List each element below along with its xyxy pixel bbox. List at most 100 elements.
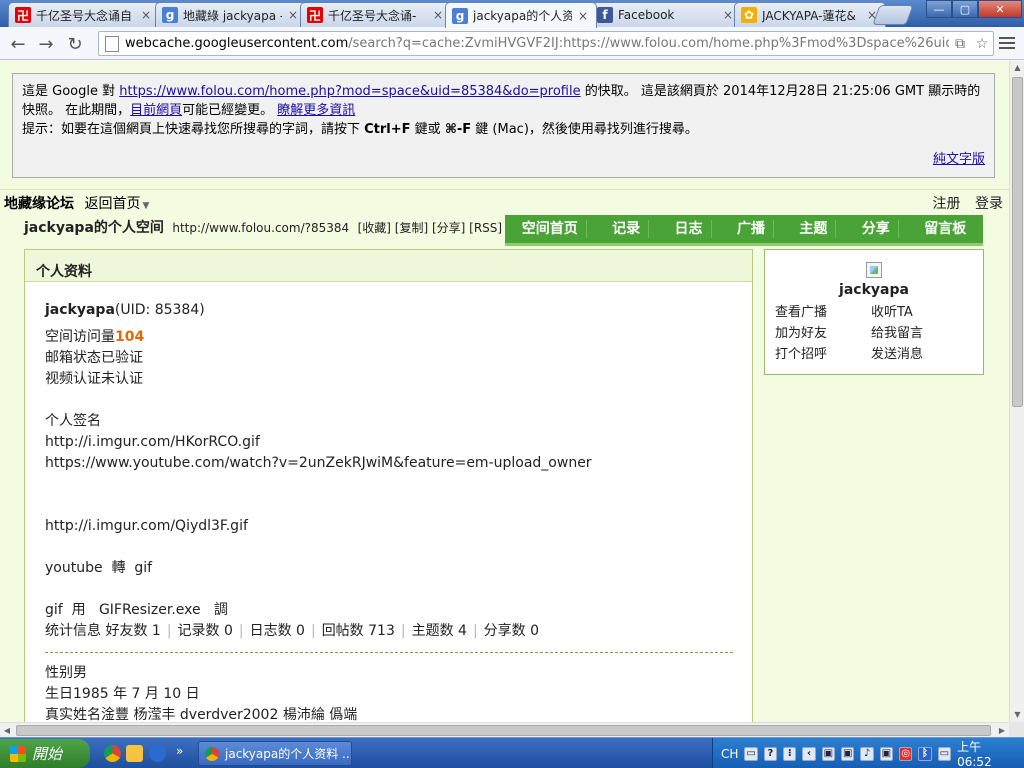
- stat-friends[interactable]: 好友数 1: [105, 623, 160, 639]
- space-url[interactable]: http://www.folou.com/?85384: [172, 221, 349, 235]
- translate-icon[interactable]: ⧉: [949, 36, 971, 52]
- current-page-link[interactable]: 目前網頁: [130, 103, 182, 118]
- scroll-right-icon[interactable]: ▶: [995, 723, 1009, 738]
- say-hello-link[interactable]: 打个招呼: [775, 346, 871, 364]
- tab-threads[interactable]: 主题: [791, 220, 837, 238]
- forward-button[interactable]: →: [34, 32, 58, 56]
- ime-icon[interactable]: ⁝: [783, 746, 797, 761]
- tab-broadcast[interactable]: 广播: [729, 220, 774, 238]
- media-player-icon[interactable]: [149, 745, 166, 762]
- maximize-button[interactable]: ▢: [952, 0, 978, 18]
- scroll-left-icon[interactable]: ◀: [0, 723, 14, 738]
- scroll-up-icon[interactable]: ▲: [1010, 61, 1024, 75]
- view-broadcast-link[interactable]: 查看广播: [775, 304, 871, 322]
- follow-link[interactable]: 收听TA: [871, 304, 967, 322]
- keyboard-icon[interactable]: ▭: [744, 746, 758, 761]
- side-username[interactable]: jackyapa: [765, 282, 983, 298]
- quicklaunch-chevron[interactable]: »: [176, 744, 183, 758]
- stat-blogs[interactable]: 日志数 0: [250, 623, 305, 639]
- bluetooth-icon[interactable]: ᛒ: [918, 746, 932, 761]
- star-icon[interactable]: ☆: [971, 36, 993, 52]
- network-icon[interactable]: ▣: [821, 746, 836, 761]
- reload-button[interactable]: ↻: [63, 32, 87, 56]
- learn-more-link[interactable]: 瞭解更多資訊: [277, 103, 355, 118]
- monitor-icon[interactable]: ▣: [841, 746, 855, 761]
- horizontal-scrollbar[interactable]: ◀ ▶: [0, 722, 1009, 737]
- lotus-icon: ✿: [741, 7, 757, 23]
- close-icon[interactable]: ×: [576, 9, 590, 23]
- google-icon: g: [162, 7, 178, 23]
- antivirus-icon[interactable]: ◎: [899, 746, 913, 761]
- swastika-icon: 卍: [15, 7, 31, 23]
- username: jackyapa: [45, 302, 115, 318]
- close-icon[interactable]: ×: [721, 8, 735, 22]
- stat-replies[interactable]: 回帖数 713: [322, 623, 395, 639]
- stat-threads[interactable]: 主题数 4: [412, 623, 467, 639]
- close-icon[interactable]: ×: [431, 8, 445, 22]
- new-tab-button[interactable]: [872, 5, 914, 25]
- tab-title: Facebook: [618, 8, 675, 22]
- back-button[interactable]: ←: [6, 32, 30, 56]
- tab-records[interactable]: 记录: [604, 220, 650, 238]
- scroll-thumb[interactable]: [16, 725, 991, 736]
- windows-taskbar: 開始 » jackyapa的个人资料 ... CH ▭ ? ⁝ ‹ ▣ ▣ ♪ …: [0, 737, 1024, 768]
- help-icon[interactable]: ?: [763, 746, 778, 761]
- tab-space-home[interactable]: 空间首页: [514, 220, 587, 238]
- facebook-icon: f: [597, 7, 613, 23]
- chevron-down-icon[interactable]: ▼: [142, 201, 149, 211]
- avatar[interactable]: [866, 262, 882, 278]
- birthday: 生日1985 年 7 月 10 日: [45, 686, 200, 702]
- send-message-link[interactable]: 发送消息: [871, 346, 967, 364]
- browser-tab[interactable]: ✿ JACKYAPA-蓮花& ×: [734, 2, 886, 27]
- forum-nav: 地藏缘论坛 返回首页 ▼: [4, 193, 149, 213]
- chrome-icon[interactable]: [104, 745, 121, 762]
- input-language[interactable]: CH: [721, 747, 738, 761]
- home-link[interactable]: 返回首页: [84, 196, 140, 212]
- browser-tab[interactable]: f Facebook ×: [590, 2, 742, 27]
- hint-key-cmd-f: ⌘-F: [444, 122, 472, 137]
- address-bar[interactable]: webcache.googleusercontent.com/search?q=…: [98, 31, 994, 56]
- close-icon[interactable]: ×: [286, 8, 300, 22]
- tab-share[interactable]: 分享: [854, 220, 899, 238]
- chrome-icon: [205, 746, 219, 761]
- signature-line: youtube 轉 gif: [45, 560, 153, 576]
- text-only-link[interactable]: 純文字版: [933, 150, 985, 169]
- tab-blog[interactable]: 日志: [667, 220, 712, 238]
- space-header: jackyapa的个人空间 http://www.folou.com/?8538…: [24, 217, 502, 237]
- volume-icon[interactable]: ♪: [860, 746, 874, 761]
- start-label: 開始: [32, 745, 63, 763]
- network-icon[interactable]: ▣: [879, 746, 894, 761]
- site-name-link[interactable]: 地藏缘论坛: [4, 196, 74, 212]
- tab-guestbook[interactable]: 留言板: [916, 220, 974, 238]
- mail-icon[interactable]: [126, 745, 143, 762]
- tab-title: 地藏綠 jackyapa -: [183, 8, 282, 23]
- tray-expand-icon[interactable]: ‹: [802, 746, 816, 761]
- minimize-button[interactable]: —: [926, 0, 952, 18]
- stat-records[interactable]: 记录数 0: [178, 623, 233, 639]
- browser-tab-active[interactable]: g jackyapa的个人资 ×: [445, 2, 597, 28]
- browser-tab[interactable]: g 地藏綠 jackyapa - ×: [155, 2, 307, 27]
- stat-shares[interactable]: 分享数 0: [484, 623, 539, 639]
- gender: 性别男: [45, 665, 87, 681]
- browser-tab[interactable]: 卍 千亿圣号大念诵自 ×: [8, 2, 160, 27]
- display-icon[interactable]: ▭: [937, 746, 952, 761]
- cached-url-link[interactable]: https://www.folou.com/home.php?mod=space…: [119, 84, 580, 99]
- add-friend-link[interactable]: 加为好友: [775, 325, 871, 343]
- space-actions[interactable]: [收藏] [复制] [分享] [RSS]: [358, 221, 502, 235]
- scroll-thumb[interactable]: [1012, 77, 1023, 407]
- browser-tab[interactable]: 卍 千亿圣号大念诵- ×: [300, 2, 452, 27]
- start-button[interactable]: 開始: [0, 739, 90, 768]
- user-uid: (UID: 85384): [114, 302, 205, 318]
- login-link[interactable]: 登录: [975, 196, 1003, 212]
- close-icon[interactable]: ×: [139, 8, 153, 22]
- profile-body: jackyapa(UID: 85384) 空间访问量104 邮箱状态已验证 视频…: [25, 282, 752, 722]
- menu-icon[interactable]: [997, 34, 1017, 52]
- scroll-down-icon[interactable]: ▼: [1010, 708, 1024, 722]
- taskbar-window-chrome[interactable]: jackyapa的个人资料 ...: [198, 741, 352, 766]
- clock[interactable]: 上午 06:52: [957, 738, 1016, 768]
- register-link[interactable]: 注册: [933, 196, 961, 212]
- close-window-button[interactable]: ✕: [978, 0, 1022, 18]
- url-text[interactable]: webcache.googleusercontent.com/search?q=…: [125, 36, 949, 51]
- leave-message-link[interactable]: 给我留言: [871, 325, 967, 343]
- vertical-scrollbar[interactable]: ▲ ▼: [1009, 61, 1024, 722]
